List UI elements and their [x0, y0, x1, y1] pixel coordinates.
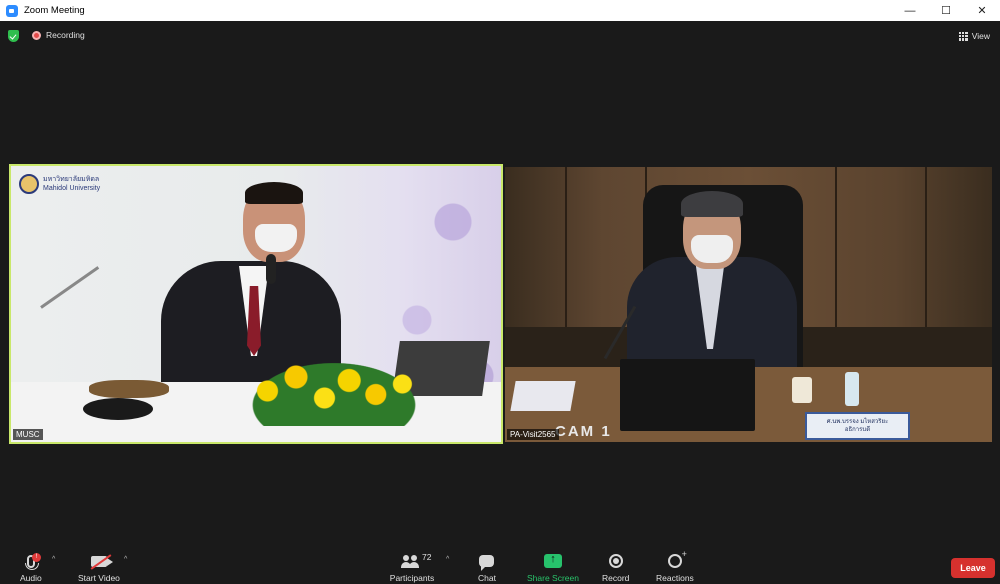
leave-button[interactable]: Leave: [951, 558, 995, 578]
chat-label: Chat: [478, 573, 496, 583]
record-icon: [608, 554, 623, 568]
window-title: Zoom Meeting: [24, 5, 85, 16]
zoom-logo-icon: [6, 4, 18, 17]
warning-badge: !: [31, 552, 41, 562]
water-bottle: [845, 372, 859, 406]
audio-button[interactable]: ! Audio: [20, 552, 42, 583]
participants-label: Participants: [389, 573, 435, 583]
video-options-caret[interactable]: ^: [124, 556, 127, 563]
share-screen-icon: [543, 553, 562, 568]
coffee-cup: [792, 377, 812, 403]
close-button[interactable]: ✕: [964, 0, 1000, 21]
reactions-label: Reactions: [656, 573, 694, 583]
chat-bubble-icon: [479, 555, 495, 571]
video-tile-musc[interactable]: มหาวิทยาลัยมหิดล Mahidol University MUSC: [9, 164, 503, 444]
university-logo-text: มหาวิทยาลัยมหิดล Mahidol University: [43, 176, 101, 192]
video-tile-pa-visit[interactable]: ศ.นพ.บรรจง มไหสวริยะ อธิการบดี CAM 1 PA-…: [505, 167, 992, 442]
recording-label: Recording: [46, 30, 85, 40]
participant-name-label: MUSC: [13, 429, 43, 440]
minimize-button[interactable]: —: [892, 0, 928, 21]
recording-indicator[interactable]: Recording: [32, 30, 85, 40]
microphone-icon: !: [24, 552, 41, 570]
meeting-toolbar: ! Audio ^ Start Video ^ 72 Participants …: [0, 546, 1000, 584]
recording-dot-icon: [32, 30, 41, 40]
audio-options-caret[interactable]: ^: [52, 556, 55, 563]
documents: [510, 381, 576, 411]
university-seal-icon: [19, 174, 39, 194]
record-button[interactable]: Record: [602, 552, 629, 583]
encryption-shield-icon[interactable]: [8, 30, 19, 42]
laptop: [620, 359, 755, 431]
participants-icon: [401, 554, 419, 568]
handheld-microphone: [266, 254, 276, 284]
view-label: View: [971, 31, 990, 41]
audio-label: Audio: [20, 573, 42, 583]
participants-button[interactable]: 72 Participants: [389, 552, 435, 583]
video-off-icon: [90, 555, 113, 567]
window-controls: — ☐ ✕: [892, 0, 1000, 21]
view-button[interactable]: View: [955, 28, 994, 44]
participants-count: 72: [422, 552, 432, 562]
gooseneck-microphone: [40, 266, 100, 309]
nameplate: ศ.นพ.บรรจง มไหสวริยะ อธิการบดี: [805, 412, 910, 440]
maximize-button[interactable]: ☐: [928, 0, 964, 21]
presenter-face-mask: [691, 235, 733, 263]
smiley-icon: [667, 549, 687, 568]
flower-bouquet: [239, 356, 429, 426]
grid-icon: [958, 31, 968, 41]
camera-overlay-text: CAM 1: [555, 423, 612, 440]
share-screen-button[interactable]: Share Screen: [527, 552, 579, 583]
chat-button[interactable]: Chat: [478, 552, 496, 583]
start-video-label: Start Video: [78, 573, 120, 583]
microphone-base: [83, 398, 153, 420]
speaker-face-mask: [255, 224, 297, 252]
speaker-hair: [245, 182, 303, 204]
reactions-button[interactable]: Reactions: [656, 549, 694, 583]
record-label: Record: [602, 573, 630, 583]
presenter-hair: [681, 191, 743, 217]
bronze-ornament: [89, 380, 169, 398]
share-screen-label: Share Screen: [527, 573, 579, 583]
window-titlebar: Zoom Meeting — ☐ ✕: [0, 0, 1000, 21]
start-video-button[interactable]: Start Video: [78, 552, 120, 583]
participant-name-label: PA-Visit2565: [507, 429, 559, 440]
participants-options-caret[interactable]: ^: [446, 556, 449, 563]
